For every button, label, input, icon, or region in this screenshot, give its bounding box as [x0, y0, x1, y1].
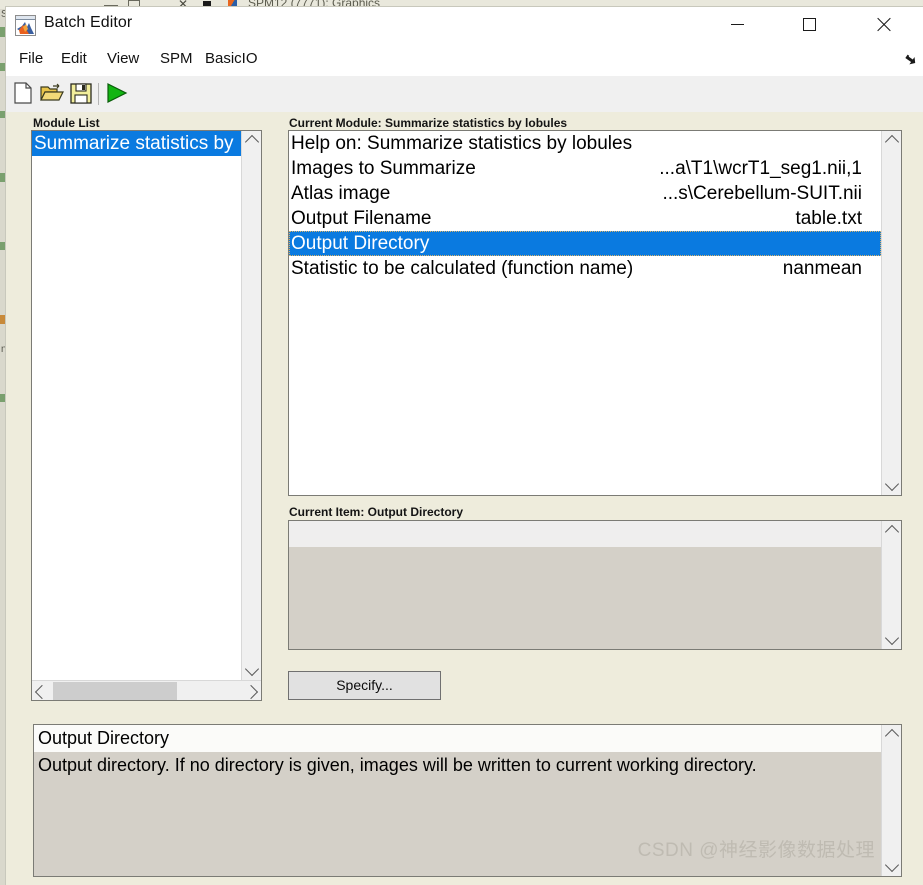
module-list-box[interactable]: Summarize statistics by [31, 130, 262, 701]
save-batch-button[interactable] [68, 80, 96, 108]
maximize-button[interactable] [791, 7, 837, 40]
watermark: CSDN @神经影像数据处理 [637, 840, 875, 861]
resize-arrow-icon[interactable] [903, 54, 917, 68]
minimize-button[interactable] [720, 7, 766, 40]
save-floppy-icon [70, 83, 92, 104]
current-module-label: Current Module: Summarize statistics by … [289, 116, 568, 130]
row-value: nanmean [782, 258, 862, 279]
specify-button[interactable]: Specify... [288, 671, 441, 700]
current-item-vertical-scrollbar[interactable] [881, 521, 901, 649]
table-row[interactable]: Images to Summarize ...a\T1\wcrT1_seg1.n… [289, 156, 881, 181]
list-item[interactable]: Summarize statistics by [32, 131, 243, 156]
matlab-icon [15, 15, 36, 36]
close-icon [875, 16, 892, 33]
scroll-down-arrow-icon[interactable] [882, 629, 902, 649]
scroll-up-arrow-icon[interactable] [882, 725, 902, 745]
current-item-value[interactable] [289, 521, 881, 547]
scroll-up-arrow-icon[interactable] [242, 131, 262, 151]
help-panel[interactable]: Output Directory Output directory. If no… [33, 724, 902, 877]
toolbar-separator [98, 83, 99, 105]
menu-bar: File Edit View SPM BasicIO [6, 43, 923, 77]
maximize-icon [803, 18, 816, 31]
row-label: Output Directory [291, 233, 430, 254]
help-vertical-scrollbar[interactable] [881, 725, 901, 876]
window-title: Batch Editor [44, 14, 133, 31]
horizontal-scroll-thumb[interactable] [53, 682, 177, 700]
help-body: Output directory. If no directory is giv… [38, 755, 757, 775]
table-row[interactable]: Help on: Summarize statistics by lobules [289, 131, 881, 156]
module-list-vertical-scrollbar[interactable] [241, 131, 261, 680]
menu-item-view[interactable]: View [107, 50, 139, 67]
scroll-down-arrow-icon[interactable] [882, 856, 902, 876]
row-label: Atlas image [291, 183, 391, 204]
current-item-label: Current Item: Output Directory [289, 505, 464, 519]
scroll-left-arrow-icon[interactable] [32, 681, 52, 701]
minimize-icon [731, 24, 744, 25]
row-value: table.txt [795, 208, 862, 229]
tool-bar [6, 76, 923, 113]
title-bar: Batch Editor [6, 7, 923, 43]
screen: ✕ SPM12 (7771): Graphics S n [0, 0, 923, 885]
open-batch-button[interactable] [39, 80, 67, 108]
current-module-vertical-scrollbar[interactable] [881, 131, 901, 495]
close-button[interactable] [865, 7, 911, 40]
scroll-up-arrow-icon[interactable] [882, 131, 902, 151]
batch-editor-window: Batch Editor File Edit View SPM BasicIO [5, 6, 923, 885]
module-list-horizontal-scrollbar[interactable] [32, 680, 261, 700]
scroll-down-arrow-icon[interactable] [882, 475, 902, 495]
run-batch-button[interactable] [103, 80, 131, 108]
table-row[interactable]: Atlas image ...s\Cerebellum-SUIT.nii [289, 181, 881, 206]
module-list-items: Summarize statistics by [32, 131, 243, 676]
row-label: Statistic to be calculated (function nam… [291, 258, 634, 279]
row-label: Images to Summarize [291, 158, 476, 179]
table-row-selected[interactable]: Output Directory [289, 231, 881, 256]
new-batch-button[interactable] [10, 80, 38, 108]
open-folder-icon [40, 83, 64, 101]
new-file-icon [14, 82, 32, 104]
current-item-box[interactable] [288, 520, 902, 650]
current-module-box[interactable]: Help on: Summarize statistics by lobules… [288, 130, 902, 496]
table-row[interactable]: Statistic to be calculated (function nam… [289, 256, 881, 281]
row-value: ...a\T1\wcrT1_seg1.nii,1 [659, 158, 862, 179]
row-label: Output Filename [291, 208, 432, 229]
scroll-down-arrow-icon[interactable] [242, 660, 262, 680]
row-label: Help on: Summarize statistics by lobules [291, 133, 633, 154]
run-play-icon [107, 83, 128, 103]
scroll-up-arrow-icon[interactable] [882, 521, 902, 541]
scroll-right-arrow-icon[interactable] [241, 681, 261, 701]
menu-item-file[interactable]: File [19, 50, 43, 67]
module-list-label: Module List [33, 116, 100, 130]
row-value: ...s\Cerebellum-SUIT.nii [662, 183, 862, 204]
menu-item-basicio[interactable]: BasicIO [205, 50, 258, 67]
menu-item-edit[interactable]: Edit [61, 50, 87, 67]
help-title: Output Directory [38, 728, 170, 748]
menu-item-spm[interactable]: SPM [160, 50, 193, 67]
current-module-rows: Help on: Summarize statistics by lobules… [289, 131, 881, 495]
table-row[interactable]: Output Filename table.txt [289, 206, 881, 231]
